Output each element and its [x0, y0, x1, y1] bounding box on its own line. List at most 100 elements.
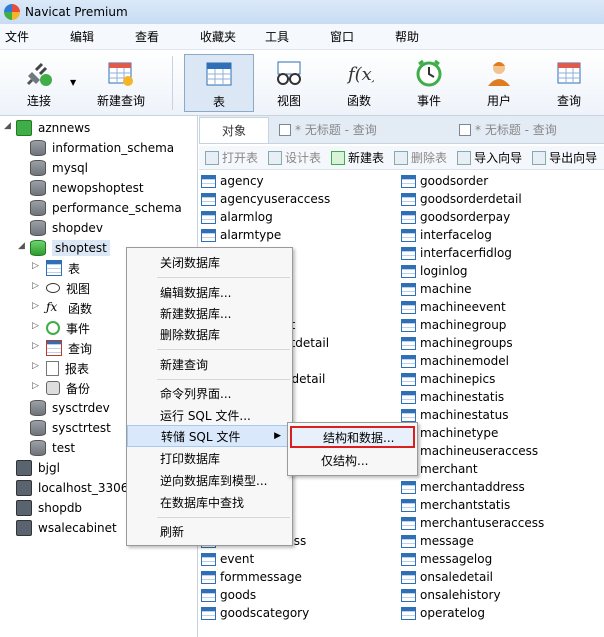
tree-db-sysctrdev[interactable]: sysctrdev [30, 398, 110, 418]
menu-print-database[interactable]: 打印数据库 [127, 447, 292, 469]
menu-refresh[interactable]: 刷新 [127, 520, 292, 542]
menu-new-query[interactable]: 新建查询 [127, 353, 292, 375]
tree-db-information-schema[interactable]: information_schema [30, 138, 174, 158]
open-table-button[interactable]: 打开表 [205, 149, 258, 166]
tree-connection-aznnews[interactable]: aznnews [16, 118, 90, 138]
menu-console[interactable]: 命令列界面... [127, 382, 292, 404]
table-list-item[interactable]: machinestatus [401, 406, 544, 424]
tree-child-events[interactable]: 事件 [46, 318, 90, 338]
table-list-item[interactable]: goodsorderdetail [401, 190, 544, 208]
expand-caret-icon[interactable]: ▷ [32, 341, 39, 351]
menu-delete-database[interactable]: 删除数据库 [127, 323, 292, 345]
table-list-item[interactable]: onsaledetail [401, 568, 544, 586]
menu-view[interactable]: 查看 [135, 28, 195, 45]
menu-run-sql[interactable]: 运行 SQL 文件... [127, 404, 292, 426]
tree-child-tables[interactable]: 表 [46, 258, 80, 278]
table-list-item[interactable]: interfacelog [401, 226, 544, 244]
table-list-item[interactable]: merchantstatis [401, 496, 544, 514]
table-list-item[interactable]: agencyuseraccess [201, 190, 330, 208]
table-list-item[interactable]: machinetype [401, 424, 544, 442]
table-list-item[interactable]: interfacerfidlog [401, 244, 544, 262]
table-list-item[interactable]: message [401, 532, 544, 550]
tree-connection-wsalecabinet[interactable]: wsalecabinet [16, 518, 117, 538]
table-list-item[interactable]: machineuseraccess [401, 442, 544, 460]
table-list-item[interactable]: machinestatis [401, 388, 544, 406]
menu-close-database[interactable]: 关闭数据库 [127, 251, 292, 273]
tree-db-shoptest[interactable]: shoptest [30, 238, 110, 258]
table-list-item[interactable]: loginlog [401, 262, 544, 280]
table-list-item[interactable]: goodsorder [401, 172, 544, 190]
table-list-item[interactable]: machinepics [401, 370, 544, 388]
tree-connection-bjgl[interactable]: bjgl [16, 458, 60, 478]
tree-child-queries[interactable]: 查询 [46, 338, 92, 358]
table-list-item[interactable]: messagelog [401, 550, 544, 568]
tab-query-2[interactable]: * 无标题 - 查询 [449, 117, 599, 143]
table-list-item[interactable]: goodsorderpay [401, 208, 544, 226]
tree-connection-localhost[interactable]: localhost_3306 [16, 478, 128, 498]
menu-dump-sql[interactable]: 转储 SQL 文件 ▶ [127, 425, 292, 447]
menu-help[interactable]: 帮助 [395, 28, 455, 45]
table-list-item[interactable]: alarmlog [201, 208, 330, 226]
table-list-item[interactable]: operatelog [401, 604, 544, 622]
expand-caret-icon[interactable]: ▷ [32, 361, 39, 371]
view-button[interactable]: 视图 [254, 54, 324, 112]
tree-db-performance-schema[interactable]: performance_schema [30, 198, 182, 218]
tree-child-backups[interactable]: 备份 [46, 378, 90, 398]
export-wizard-button[interactable]: 导出向导 [532, 149, 597, 166]
expand-caret-icon[interactable]: ▷ [32, 261, 39, 271]
function-button[interactable]: f(x) 函数 [324, 54, 394, 112]
table-list-item[interactable]: machineevent [401, 298, 544, 316]
table-list-item[interactable]: event [201, 550, 330, 568]
tree-child-functions[interactable]: ƒx 函数 [46, 298, 92, 318]
expand-caret-icon[interactable]: ▷ [32, 321, 39, 331]
table-list-item[interactable]: machine [401, 280, 544, 298]
table-list-item[interactable]: machinegroup [401, 316, 544, 334]
expand-caret-icon[interactable]: ▷ [32, 301, 39, 311]
tab-objects[interactable]: 对象 [199, 116, 269, 143]
expand-caret-icon[interactable]: ▷ [32, 381, 39, 391]
menu-structure-only[interactable]: 仅结构... [290, 449, 415, 471]
tree-db-test[interactable]: test [30, 438, 75, 458]
table-list-item[interactable]: merchantaddress [401, 478, 544, 496]
new-query-button[interactable]: 新建查询 [80, 54, 162, 112]
table-list-item[interactable]: goods [201, 586, 330, 604]
delete-table-button[interactable]: 删除表 [394, 149, 447, 166]
tree-child-views[interactable]: 视图 [46, 278, 90, 298]
connect-dropdown-icon[interactable]: ▼ [70, 78, 76, 87]
menu-tools[interactable]: 工具 [265, 28, 325, 45]
tree-child-reports[interactable]: 报表 [46, 358, 89, 378]
menu-window[interactable]: 窗口 [330, 28, 390, 45]
table-list-item[interactable]: machinemodel [401, 352, 544, 370]
collapse-caret-icon[interactable]: ◢ [4, 121, 11, 131]
menu-edit[interactable]: 编辑 [70, 28, 130, 45]
import-wizard-button[interactable]: 导入向导 [457, 149, 522, 166]
table-list-item[interactable]: goodscategory [201, 604, 330, 622]
event-button[interactable]: 事件 [394, 54, 464, 112]
design-table-button[interactable]: 设计表 [268, 149, 321, 166]
table-list-item[interactable]: onsalehistory [401, 586, 544, 604]
menu-reverse-to-model[interactable]: 逆向数据库到模型... [127, 469, 292, 491]
new-table-button[interactable]: 新建表 [331, 149, 384, 166]
tree-db-mysql[interactable]: mysql [30, 158, 88, 178]
table-list-item[interactable]: alarmtype [201, 226, 330, 244]
table-list-item[interactable]: agency [201, 172, 330, 190]
menu-structure-and-data[interactable]: 结构和数据... [290, 426, 415, 448]
tree-db-sysctrtest[interactable]: sysctrtest [30, 418, 111, 438]
collapse-caret-icon[interactable]: ◢ [18, 241, 25, 251]
menu-find-in-database[interactable]: 在数据库中查找 [127, 491, 292, 513]
table-list-item[interactable]: merchantuseraccess [401, 514, 544, 532]
menu-file[interactable]: 文件 [5, 28, 65, 45]
expand-caret-icon[interactable]: ▷ [32, 281, 39, 291]
menu-new-database[interactable]: 新建数据库... [127, 302, 292, 324]
tab-query-1[interactable]: * 无标题 - 查询 [269, 117, 449, 143]
tree-connection-shopdb[interactable]: shopdb [16, 498, 82, 518]
query-button[interactable]: 查询 [534, 54, 604, 112]
connect-button[interactable]: 连接 [4, 54, 74, 112]
tree-db-shopdev[interactable]: shopdev [30, 218, 103, 238]
tree-db-newopshoptest[interactable]: newopshoptest [30, 178, 144, 198]
user-button[interactable]: 用户 [464, 54, 534, 112]
menu-favorites[interactable]: 收藏夹 [200, 28, 260, 45]
table-list-item[interactable]: merchant [401, 460, 544, 478]
table-list-item[interactable]: formmessage [201, 568, 330, 586]
table-list-item[interactable]: machinegroups [401, 334, 544, 352]
